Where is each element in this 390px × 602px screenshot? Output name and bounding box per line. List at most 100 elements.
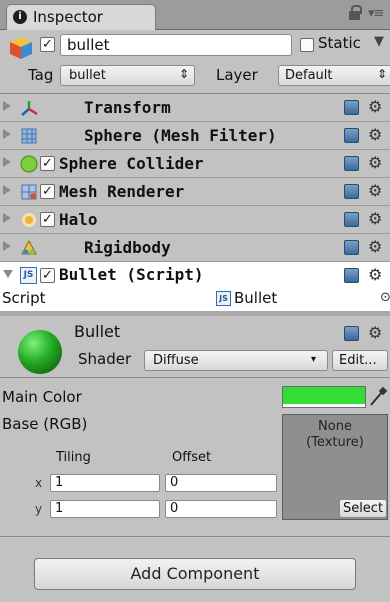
expand-arrow-icon[interactable] <box>3 185 11 195</box>
script-component: JS ✓ Bullet (Script) ⚙ Script JS Bullet … <box>0 262 390 311</box>
script-object-field[interactable]: JS Bullet <box>216 289 376 309</box>
gear-icon[interactable]: ⚙ <box>368 127 382 143</box>
gear-icon[interactable]: ⚙ <box>368 155 382 171</box>
rigidbody-icon <box>21 239 37 255</box>
tiling-x-field[interactable]: 1 <box>50 474 160 492</box>
help-reference-icon[interactable] <box>344 100 359 115</box>
inspector-panel: ✓ bullet Static ▼ Tag bullet ⇕ Layer Def… <box>0 30 390 602</box>
eyedropper-icon[interactable] <box>368 386 388 408</box>
shader-dropdown[interactable]: Diffuse ▾ <box>144 350 328 371</box>
tab-menu-icon[interactable]: ▾≡ <box>368 6 384 21</box>
gear-icon[interactable]: ⚙ <box>368 211 382 227</box>
help-reference-icon[interactable] <box>344 128 359 143</box>
help-reference-icon[interactable] <box>344 240 359 255</box>
layer-dropdown-icon: ⇕ <box>377 67 388 81</box>
offset-x-field[interactable]: 0 <box>165 474 277 492</box>
shader-value: Diffuse <box>153 353 199 368</box>
help-reference-icon[interactable] <box>344 326 359 341</box>
material-preview-sphere <box>18 330 62 374</box>
gear-icon[interactable]: ⚙ <box>368 99 382 115</box>
halo-icon <box>22 213 36 227</box>
shader-label: Shader <box>78 350 132 368</box>
component-title: Sphere Collider <box>59 154 204 173</box>
texture-select-button[interactable]: Select <box>339 499 387 518</box>
component-enabled-checkbox[interactable]: ✓ <box>40 268 55 283</box>
offset-x-value: 0 <box>170 475 179 490</box>
tag-value: bullet <box>69 68 106 83</box>
texture-slot[interactable]: None (Texture) Select <box>282 414 388 520</box>
component-row-halo[interactable]: ✓ Halo ⚙ <box>0 206 390 234</box>
transform-icon <box>21 101 38 116</box>
texture-none-label: None <box>318 419 352 434</box>
tab-title: Inspector <box>33 8 103 26</box>
y-axis-label: y <box>35 502 43 516</box>
texture-type-label: (Texture) <box>306 435 364 450</box>
x-axis-label: x <box>35 476 43 490</box>
shader-edit-button[interactable]: Edit... <box>332 350 388 371</box>
object-picker-icon[interactable]: ⊙ <box>380 290 390 305</box>
alpha-bar <box>283 404 365 407</box>
component-row-mesh-filter[interactable]: Sphere (Mesh Filter) ⚙ <box>0 122 390 150</box>
mesh-filter-icon <box>21 128 37 144</box>
add-component-button[interactable]: Add Component <box>34 558 356 590</box>
component-enabled-checkbox[interactable]: ✓ <box>40 184 55 199</box>
component-row-mesh-renderer[interactable]: ✓ Mesh Renderer ⚙ <box>0 178 390 206</box>
footer-divider <box>0 536 390 537</box>
tag-dropdown[interactable]: bullet ⇕ <box>60 65 195 86</box>
layer-dropdown[interactable]: Default ⇕ <box>278 65 390 86</box>
edit-button-label: Edit... <box>339 353 377 368</box>
object-name-value: bullet <box>67 36 110 54</box>
component-enabled-checkbox[interactable]: ✓ <box>40 156 55 171</box>
gear-icon[interactable]: ⚙ <box>368 239 382 255</box>
gear-icon[interactable]: ⚙ <box>368 183 382 199</box>
object-name-field[interactable]: bullet <box>60 34 292 56</box>
help-reference-icon[interactable] <box>344 268 359 283</box>
expand-arrow-icon[interactable] <box>3 129 11 139</box>
component-title: Mesh Renderer <box>59 182 185 201</box>
info-icon: i <box>13 10 27 24</box>
component-title: Rigidbody <box>84 238 171 257</box>
collapse-arrow-icon[interactable] <box>3 270 13 278</box>
expand-arrow-icon[interactable] <box>3 213 11 223</box>
help-reference-icon[interactable] <box>344 184 359 199</box>
tiling-label: Tiling <box>56 450 91 465</box>
expand-arrow-icon[interactable] <box>3 101 11 111</box>
offset-y-value: 0 <box>170 501 179 516</box>
component-title: Sphere (Mesh Filter) <box>84 126 277 145</box>
component-row-transform[interactable]: Transform ⚙ <box>0 94 390 122</box>
component-row-rigidbody[interactable]: Rigidbody ⚙ <box>0 234 390 262</box>
main-color-label: Main Color <box>2 388 82 406</box>
tag-label: Tag <box>28 66 54 84</box>
lock-icon[interactable] <box>349 5 362 20</box>
tiling-y-field[interactable]: 1 <box>50 500 160 518</box>
script-file-icon: JS <box>216 291 231 306</box>
help-reference-icon[interactable] <box>344 212 359 227</box>
main-color-swatch[interactable] <box>282 386 366 408</box>
script-label: Script <box>2 289 46 307</box>
component-row-sphere-collider[interactable]: ✓ Sphere Collider ⚙ <box>0 150 390 178</box>
sphere-collider-icon <box>20 155 38 173</box>
expand-arrow-icon[interactable] <box>3 241 11 251</box>
object-header: ✓ bullet Static ▼ Tag bullet ⇕ Layer Def… <box>0 30 390 93</box>
expand-arrow-icon[interactable] <box>3 157 11 167</box>
base-rgb-label: Base (RGB) <box>2 415 88 433</box>
component-title: Transform <box>84 98 171 117</box>
script-value: Bullet <box>234 289 278 307</box>
help-reference-icon[interactable] <box>344 156 359 171</box>
component-title: Halo <box>59 210 98 229</box>
layer-label: Layer <box>216 66 258 84</box>
static-label: Static <box>318 34 361 52</box>
gear-icon[interactable]: ⚙ <box>368 325 382 341</box>
shader-dropdown-icon: ▾ <box>311 354 317 365</box>
offset-label: Offset <box>172 450 212 465</box>
offset-y-field[interactable]: 0 <box>165 500 277 518</box>
tab-bar: i Inspector ▾≡ <box>0 0 390 31</box>
component-enabled-checkbox[interactable]: ✓ <box>40 212 55 227</box>
gear-icon[interactable]: ⚙ <box>368 267 382 283</box>
mesh-renderer-icon <box>21 184 37 200</box>
inspector-tab[interactable]: i Inspector <box>6 4 156 31</box>
tag-dropdown-icon: ⇕ <box>179 67 190 81</box>
static-dropdown-icon[interactable]: ▼ <box>374 34 384 49</box>
active-checkbox[interactable]: ✓ <box>40 37 55 52</box>
static-checkbox[interactable] <box>300 38 314 52</box>
